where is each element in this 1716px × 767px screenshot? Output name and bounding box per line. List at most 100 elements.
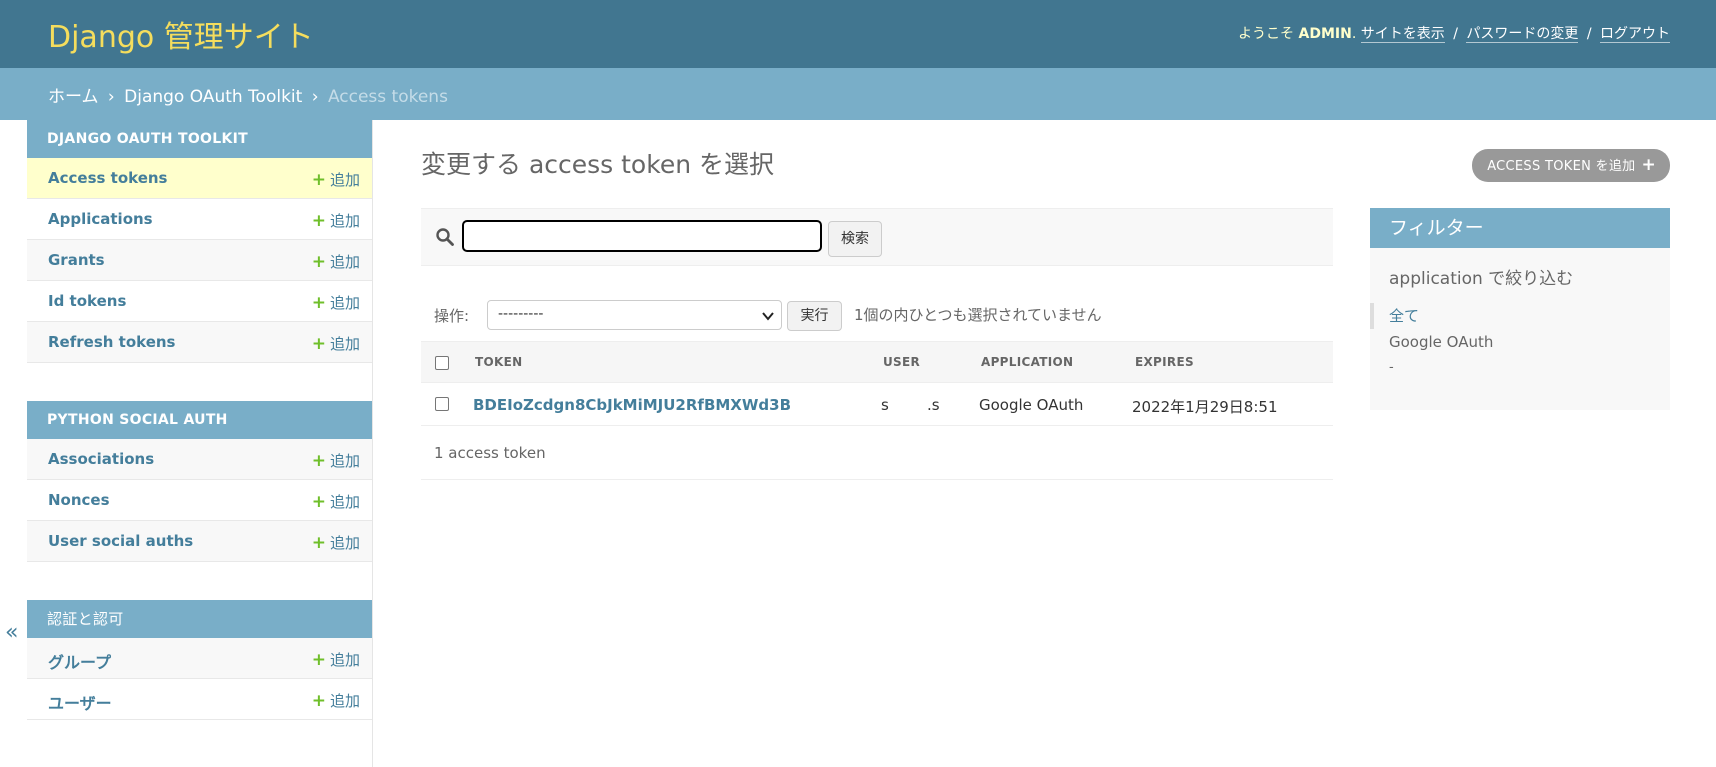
sidebar-item-label[interactable]: Access tokens [48,169,167,187]
paginator: 1 access token [421,432,1333,480]
token-link[interactable]: BDEIoZcdgn8CbJkMiMJU2RfBMXWd3B [473,396,791,414]
breadcrumb-separator: › [107,87,115,107]
add-link[interactable]: + 追加 [312,491,360,512]
action-label: 操作: [434,307,470,325]
collapse-sidebar-icon[interactable]: « [5,620,18,645]
filter-option-empty[interactable]: - [1389,360,1394,375]
filter-option-google-oauth[interactable]: Google OAuth [1389,333,1493,351]
plus-icon: + [311,293,326,313]
breadcrumb: ホーム › Django OAuth Toolkit › Access toke… [0,68,1716,120]
action-select[interactable]: --------- [487,300,782,330]
user-tools: ようこそ ADMIN. サイトを表示 / パスワードの変更 / ログアウト [1238,26,1670,43]
add-access-token-button[interactable]: ACCESS TOKEN を追加 + [1472,149,1670,182]
plus-icon: + [311,252,326,272]
site-branding[interactable]: Django 管理サイト [48,12,314,56]
select-all-checkbox[interactable] [435,356,449,370]
add-label: 追加 [329,171,360,189]
plus-icon: + [311,211,326,231]
add-link[interactable]: + 追加 [312,649,360,670]
add-label: 追加 [329,692,360,710]
action-select-value: --------- [498,306,544,322]
sidebar-item-users[interactable]: ユーザー + 追加 [27,679,372,720]
module-auth: 認証と認可 グループ + 追加 ユーザー + 追加 [27,600,372,720]
separator: / [1586,26,1592,42]
table-header: TOKEN USER APPLICATION EXPIRES [421,341,1333,383]
plus-icon: + [311,170,326,190]
search-input[interactable] [462,220,822,252]
action-counter: 1個の内ひとつも選択されていません [854,306,1102,324]
sidebar-item-id-tokens[interactable]: Id tokens + 追加 [27,281,372,322]
sidebar-item-nonces[interactable]: Nonces + 追加 [27,480,372,521]
view-site-link[interactable]: サイトを表示 [1360,26,1445,43]
add-link[interactable]: + 追加 [312,690,360,711]
search-toolbar: 検索 [421,208,1333,266]
module-caption[interactable]: 認証と認可 [27,600,372,638]
module-caption[interactable]: PYTHON SOCIAL AUTH [27,401,372,439]
sidebar-item-label[interactable]: User social auths [48,532,193,550]
filter-panel: フィルター application で絞り込む 全て Google OAuth … [1370,208,1670,410]
add-link[interactable]: + 追加 [312,292,360,313]
sidebar-item-label[interactable]: Applications [48,210,153,228]
sidebar-item-label[interactable]: Nonces [48,491,110,509]
plus-icon: + [311,650,326,670]
add-link[interactable]: + 追加 [312,450,360,471]
add-label: 追加 [329,534,360,552]
add-link[interactable]: + 追加 [312,532,360,553]
add-link[interactable]: + 追加 [312,251,360,272]
breadcrumb-home[interactable]: ホーム [48,87,99,107]
filter-option-all[interactable]: 全て [1389,305,1419,326]
sidebar-item-label[interactable]: Refresh tokens [48,333,175,351]
plus-icon: + [311,451,326,471]
sidebar-item-user-social-auths[interactable]: User social auths + 追加 [27,521,372,562]
application-cell: Google OAuth [979,396,1084,414]
plus-icon: + [311,533,326,553]
add-button-label: ACCESS TOKEN を追加 [1487,159,1636,174]
sidebar-item-label[interactable]: Grants [48,251,105,269]
column-header-expires[interactable]: EXPIRES [1135,355,1194,369]
add-link[interactable]: + 追加 [312,333,360,354]
module-django-oauth-toolkit: DJANGO OAUTH TOOLKIT Access tokens + 追加 A… [27,120,372,363]
sidebar-item-grants[interactable]: Grants + 追加 [27,240,372,281]
logout-link[interactable]: ログアウト [1600,26,1670,43]
search-button[interactable]: 検索 [828,221,882,257]
add-label: 追加 [329,335,360,353]
add-label: 追加 [329,452,360,470]
module-caption[interactable]: DJANGO OAUTH TOOLKIT [27,120,372,158]
sidebar-item-access-tokens[interactable]: Access tokens + 追加 [27,158,372,199]
change-password-link[interactable]: パスワードの変更 [1466,26,1579,43]
welcome-text: ようこそ [1238,26,1295,42]
sidebar-item-refresh-tokens[interactable]: Refresh tokens + 追加 [27,322,372,363]
sidebar-item-associations[interactable]: Associations + 追加 [27,439,372,480]
breadcrumb-app[interactable]: Django OAuth Toolkit [124,87,302,107]
column-header-user[interactable]: USER [883,355,920,369]
column-header-application[interactable]: APPLICATION [981,355,1073,369]
sidebar-item-applications[interactable]: Applications + 追加 [27,199,372,240]
add-label: 追加 [329,294,360,312]
add-link[interactable]: + 追加 [312,210,360,231]
sidebar-item-label[interactable]: Id tokens [48,292,126,310]
expires-cell: 2022年1月29日8:51 [1132,398,1278,416]
add-link[interactable]: + 追加 [312,169,360,190]
column-header-token[interactable]: TOKEN [475,355,522,369]
username: ADMIN [1298,26,1352,42]
sidebar-item-groups[interactable]: グループ + 追加 [27,638,372,679]
sidebar-item-label[interactable]: Associations [48,450,154,468]
separator: / [1453,26,1458,42]
breadcrumb-separator: › [311,87,319,107]
plus-icon: + [1641,155,1656,175]
sidebar-item-label[interactable]: グループ [48,649,111,673]
user-cell: s .s [881,396,940,414]
table-row: BDEIoZcdgn8CbJkMiMJU2RfBMXWd3B s .s Goog… [421,383,1333,426]
sidebar-item-label[interactable]: ユーザー [48,690,112,714]
plus-icon: + [311,334,326,354]
search-icon [436,228,454,246]
add-label: 追加 [329,212,360,230]
chevron-down-icon [762,312,774,321]
result-list-table: TOKEN USER APPLICATION EXPIRES BDEIoZcdg… [421,341,1333,426]
row-checkbox[interactable] [435,397,449,411]
site-header: Django 管理サイト ようこそ ADMIN. サイトを表示 / パスワードの… [0,0,1716,68]
run-action-button[interactable]: 実行 [787,301,842,331]
filter-title: フィルター [1370,208,1670,248]
add-label: 追加 [329,253,360,271]
selected-filter-indicator [1370,303,1374,329]
